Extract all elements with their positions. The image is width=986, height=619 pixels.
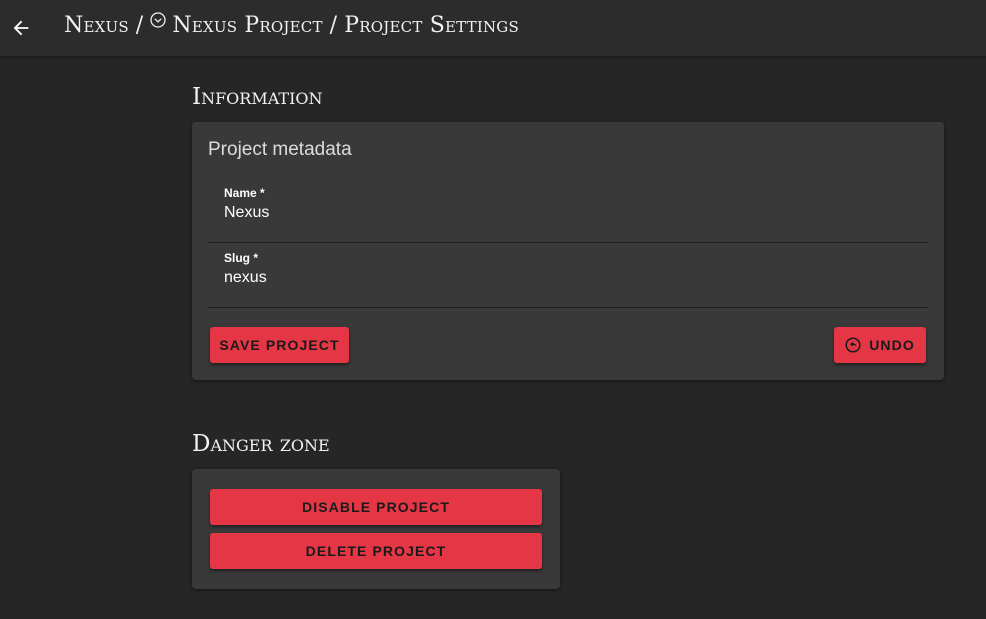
undo-button[interactable]: UNDO [834,327,926,363]
name-field-label: Name * [224,186,265,200]
arrow-left-icon [13,20,29,36]
breadcrumb-current: Project Settings [344,13,519,38]
slug-field[interactable]: Slug * [208,243,928,308]
card-title: Project metadata [208,139,352,160]
breadcrumb-separator: / [135,13,144,38]
name-input[interactable] [224,204,904,222]
undo-label: UNDO [869,337,915,353]
breadcrumb: Nexus / Nexus Project / Project Settings [64,12,519,38]
delete-project-button[interactable]: DELETE PROJECT [210,533,542,569]
save-project-button[interactable]: SAVE PROJECT [210,327,349,363]
undo-circle-icon [845,337,861,353]
disable-project-label: DISABLE PROJECT [302,499,450,515]
slug-field-label: Slug * [224,251,259,265]
breadcrumb-project[interactable]: Nexus Project [172,13,322,38]
section-title-information: Information [192,84,323,110]
delete-project-label: DELETE PROJECT [305,543,447,559]
section-title-danger-zone: Danger zone [192,431,330,457]
breadcrumb-org[interactable]: Nexus [64,13,129,38]
save-project-label: SAVE PROJECT [219,337,340,353]
back-button[interactable] [8,14,34,42]
project-metadata-card: Project metadata Name * Slug * SAVE PROJ… [192,122,944,380]
disable-project-button[interactable]: DISABLE PROJECT [210,489,542,525]
chevron-down-circle-icon[interactable] [150,9,167,34]
app-bar: Nexus / Nexus Project / Project Settings [0,0,986,56]
name-field[interactable]: Name * [208,178,928,243]
danger-zone-card: DISABLE PROJECT DELETE PROJECT [192,469,560,589]
breadcrumb-separator: / [329,13,338,38]
slug-input[interactable] [224,269,904,287]
